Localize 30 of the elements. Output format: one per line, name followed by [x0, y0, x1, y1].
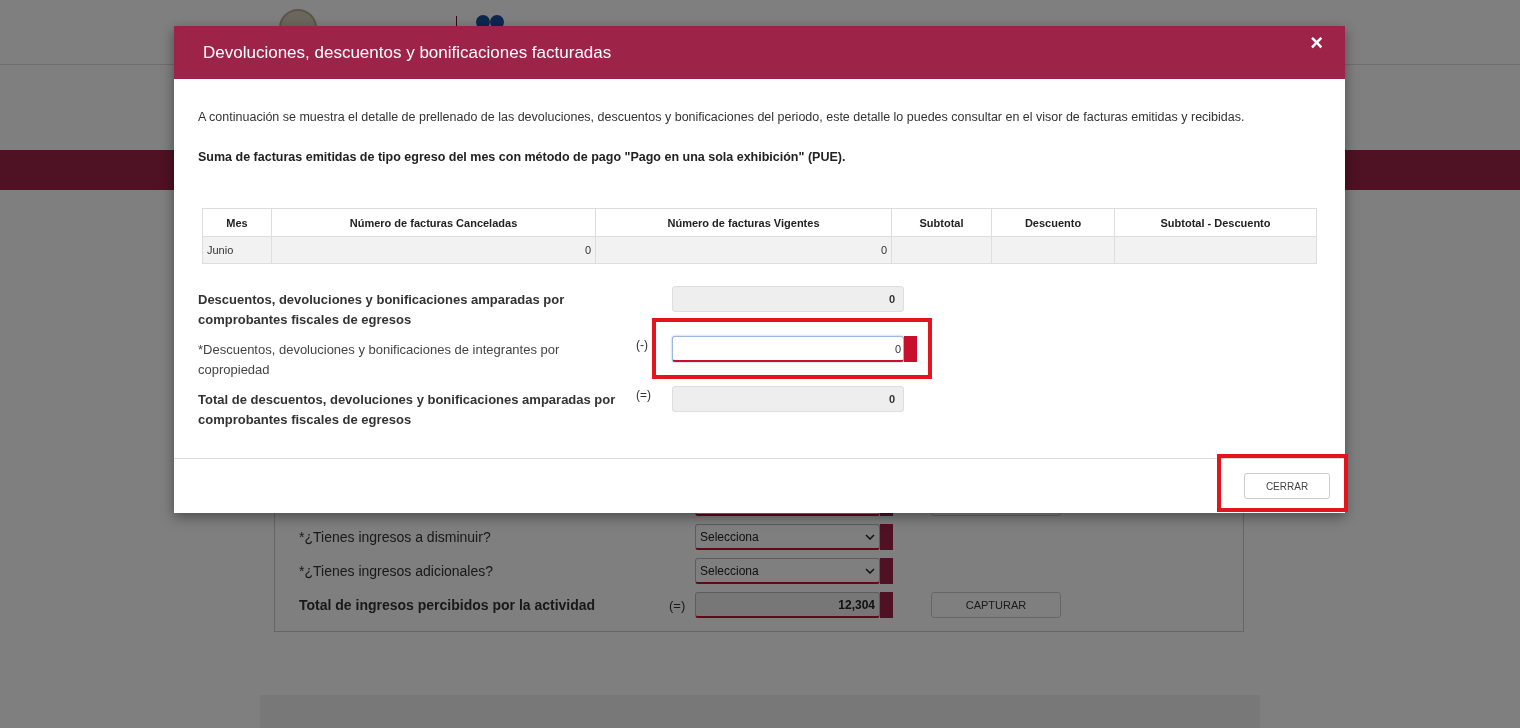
total-field: 12,304 — [695, 592, 880, 618]
field-label: Total de descuentos, devoluciones y bonificaciones amparadas por comprobantes fiscales de egresos — [198, 391, 617, 429]
table-cell: 0 — [271, 236, 596, 264]
readonly-field: 0 — [672, 386, 904, 412]
field-label: *Descuentos, devoluciones y bonificaciones de integrantes por copropiedad — [198, 341, 561, 379]
table-cell: Junio — [202, 236, 272, 264]
column-header: Descuento — [991, 208, 1115, 237]
field-label: Descuentos, devoluciones y bonificaciones amparadas por comprobantes fiscales de egresos — [198, 291, 566, 329]
close-button[interactable]: × — [1310, 31, 1323, 54]
sign-label: (=) — [636, 388, 651, 402]
table-caption: Suma de facturas emitidas de tipo egreso del mes con método de pago "Pago en una sola exhibición" (PUE). — [198, 150, 847, 164]
sign-label: (=) — [669, 597, 686, 613]
field-label: *¿Tienes ingresos adicionales? — [299, 563, 495, 579]
capture-button[interactable]: CAPTURAR — [931, 592, 1061, 618]
column-header: Mes — [202, 208, 272, 237]
intro-text: A continuación se muestra el detalle de prellenado de las devoluciones, descuentos y bonificaciones del periodo, este detalle lo puedes consultar en el visor de facturas emitidas y recibidas. — [198, 109, 1246, 126]
field-label: Total de ingresos percibidos por la actividad — [299, 597, 597, 613]
field-label: *¿Tienes ingresos a disminuir? — [299, 529, 492, 545]
input-field[interactable]: 0 — [672, 336, 904, 362]
column-header: Subtotal - Descuento — [1114, 208, 1317, 237]
readonly-field: 0 — [672, 286, 904, 312]
column-header: Subtotal — [891, 208, 992, 237]
column-header: Número de facturas Vigentes — [595, 208, 892, 237]
modal-title: Devoluciones, descuentos y bonificaciones facturadas — [203, 42, 612, 63]
table-cell: 0 — [595, 236, 892, 264]
close-button[interactable]: CERRAR — [1244, 473, 1330, 499]
select-field[interactable]: Selecciona — [695, 524, 880, 550]
select-field[interactable]: Selecciona — [695, 558, 880, 584]
sign-label: (-) — [636, 338, 648, 352]
column-header: Número de facturas Canceladas — [271, 208, 596, 237]
